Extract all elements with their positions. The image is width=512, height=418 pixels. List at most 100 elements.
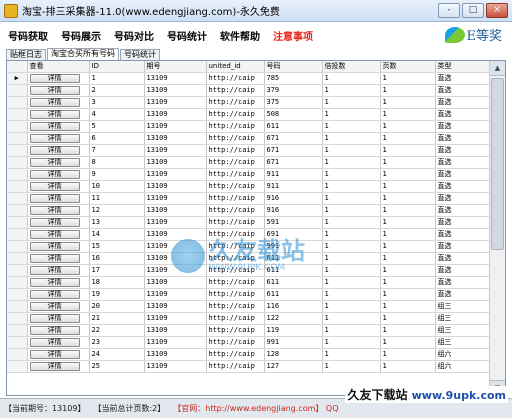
table-row[interactable]: 详情 10 13109 http://caip 911 1 1 直选 <box>7 180 490 193</box>
details-button[interactable]: 详情 <box>29 193 80 203</box>
row-header[interactable] <box>7 216 28 229</box>
menu-item-compare-numbers[interactable]: 号码对比 <box>114 28 154 43</box>
table-row[interactable]: 详情 13 13109 http://caip 591 1 1 直选 <box>7 216 490 229</box>
row-header[interactable] <box>7 132 28 145</box>
column-header[interactable]: 类型 <box>435 61 490 73</box>
table-row[interactable]: 详情 5 13109 http://caip 611 1 1 直选 <box>7 120 490 133</box>
table-row[interactable]: 详情 23 13109 http://caip 991 1 1 组三 <box>7 336 490 349</box>
details-button[interactable]: 详情 <box>29 73 80 83</box>
tab-number-stats[interactable]: 号码统计 <box>120 49 160 60</box>
row-header[interactable] <box>7 360 28 373</box>
page-cell: 1 <box>380 168 436 181</box>
table-row[interactable]: 详情 21 13109 http://caip 122 1 1 组三 <box>7 312 490 325</box>
id-cell: 14 <box>89 228 145 241</box>
scroll-up-icon[interactable]: ▲ <box>490 61 505 76</box>
row-header[interactable] <box>7 264 28 277</box>
menu-item-notes[interactable]: 注意事项 <box>273 28 313 43</box>
row-header[interactable] <box>7 168 28 181</box>
details-button[interactable]: 详情 <box>29 289 80 299</box>
row-header[interactable] <box>7 240 28 253</box>
details-button[interactable]: 详情 <box>29 169 80 179</box>
table-row[interactable]: 详情 6 13109 http://caip 671 1 1 直选 <box>7 132 490 145</box>
menu-item-statistics[interactable]: 号码统计 <box>167 28 207 43</box>
view-cell: 详情 <box>27 72 90 85</box>
column-header[interactable]: 期号 <box>144 61 207 73</box>
row-header[interactable] <box>7 120 28 133</box>
table-row[interactable]: 详情 25 13109 http://caip 127 1 1 组六 <box>7 360 490 373</box>
table-row[interactable]: 详情 20 13109 http://caip 116 1 1 组三 <box>7 300 490 313</box>
table-row[interactable]: 详情 2 13109 http://caip 379 1 1 直选 <box>7 84 490 97</box>
row-header[interactable] <box>7 96 28 109</box>
table-row[interactable]: 详情 19 13109 http://caip 611 1 1 直选 <box>7 288 490 301</box>
column-header[interactable]: 查看 <box>27 61 90 73</box>
row-header[interactable] <box>7 228 28 241</box>
type-cell: 直选 <box>435 252 490 265</box>
scroll-thumb[interactable] <box>491 78 504 250</box>
row-header[interactable] <box>7 156 28 169</box>
row-header[interactable] <box>7 336 28 349</box>
view-cell: 详情 <box>27 276 90 289</box>
row-header[interactable] <box>7 312 28 325</box>
table-row[interactable]: 详情 9 13109 http://caip 911 1 1 直选 <box>7 168 490 181</box>
details-button[interactable]: 详情 <box>29 337 80 347</box>
details-button[interactable]: 详情 <box>29 157 80 167</box>
type-cell: 直选 <box>435 288 490 301</box>
details-button[interactable]: 详情 <box>29 97 80 107</box>
details-button[interactable]: 详情 <box>29 277 80 287</box>
column-header[interactable]: 页数 <box>380 61 436 73</box>
row-header[interactable] <box>7 180 28 193</box>
details-button[interactable]: 详情 <box>29 361 80 371</box>
row-header[interactable] <box>7 204 28 217</box>
table-row[interactable]: 详情 3 13109 http://caip 375 1 1 直选 <box>7 96 490 109</box>
table-row[interactable]: 详情 11 13109 http://caip 916 1 1 直选 <box>7 192 490 205</box>
row-header[interactable] <box>7 348 28 361</box>
details-button[interactable]: 详情 <box>29 217 80 227</box>
details-button[interactable]: 详情 <box>29 181 80 191</box>
details-button[interactable]: 详情 <box>29 109 80 119</box>
column-header[interactable]: ID <box>89 61 145 73</box>
column-header[interactable]: 倍投数 <box>322 61 381 73</box>
table-row[interactable]: 详情 7 13109 http://caip 671 1 1 直选 <box>7 144 490 157</box>
table-row[interactable]: ▶ 详情 1 13109 http://caip 785 1 1 直选 <box>7 72 490 85</box>
details-button[interactable]: 详情 <box>29 133 80 143</box>
table-row[interactable]: 详情 4 13109 http://caip 508 1 1 直选 <box>7 108 490 121</box>
minimize-button[interactable]: - <box>438 3 460 18</box>
details-button[interactable]: 详情 <box>29 229 80 239</box>
vertical-scrollbar[interactable]: ▲ ▼ <box>489 61 505 395</box>
row-header[interactable] <box>7 144 28 157</box>
column-header[interactable]: united_id <box>206 61 265 73</box>
details-button[interactable]: 详情 <box>29 205 80 215</box>
menu-item-show-numbers[interactable]: 号码展示 <box>61 28 101 43</box>
column-header[interactable]: 号码 <box>264 61 323 73</box>
menu-item-help[interactable]: 软件帮助 <box>220 28 260 43</box>
table-row[interactable]: 详情 24 13109 http://caip 128 1 1 组六 <box>7 348 490 361</box>
details-button[interactable]: 详情 <box>29 121 80 131</box>
row-header[interactable] <box>7 192 28 205</box>
row-header[interactable] <box>7 84 28 97</box>
details-button[interactable]: 详情 <box>29 85 80 95</box>
details-button[interactable]: 详情 <box>29 349 80 359</box>
tab-log[interactable]: 贴框日志 <box>6 49 46 60</box>
details-button[interactable]: 详情 <box>29 313 80 323</box>
table-row[interactable]: 详情 22 13109 http://caip 119 1 1 组三 <box>7 324 490 337</box>
row-header[interactable] <box>7 300 28 313</box>
row-header[interactable] <box>7 252 28 265</box>
row-header[interactable] <box>7 276 28 289</box>
close-button[interactable]: × <box>486 3 508 18</box>
details-button[interactable]: 详情 <box>29 241 80 251</box>
details-button[interactable]: 详情 <box>29 325 80 335</box>
tab-all-numbers[interactable]: 淘宝合买所有号码 <box>47 48 119 60</box>
row-header[interactable] <box>7 324 28 337</box>
details-button[interactable]: 详情 <box>29 265 80 275</box>
details-button[interactable]: 详情 <box>29 145 80 155</box>
details-button[interactable]: 详情 <box>29 253 80 263</box>
maximize-button[interactable]: □ <box>462 3 484 18</box>
row-header[interactable] <box>7 108 28 121</box>
table-row[interactable]: 详情 12 13109 http://caip 916 1 1 直选 <box>7 204 490 217</box>
table-row[interactable]: 详情 18 13109 http://caip 611 1 1 直选 <box>7 276 490 289</box>
menu-item-get-numbers[interactable]: 号码获取 <box>8 28 48 43</box>
row-header[interactable] <box>7 288 28 301</box>
table-row[interactable]: 详情 8 13109 http://caip 671 1 1 直选 <box>7 156 490 169</box>
current-row-indicator[interactable]: ▶ <box>7 72 28 85</box>
details-button[interactable]: 详情 <box>29 301 80 311</box>
